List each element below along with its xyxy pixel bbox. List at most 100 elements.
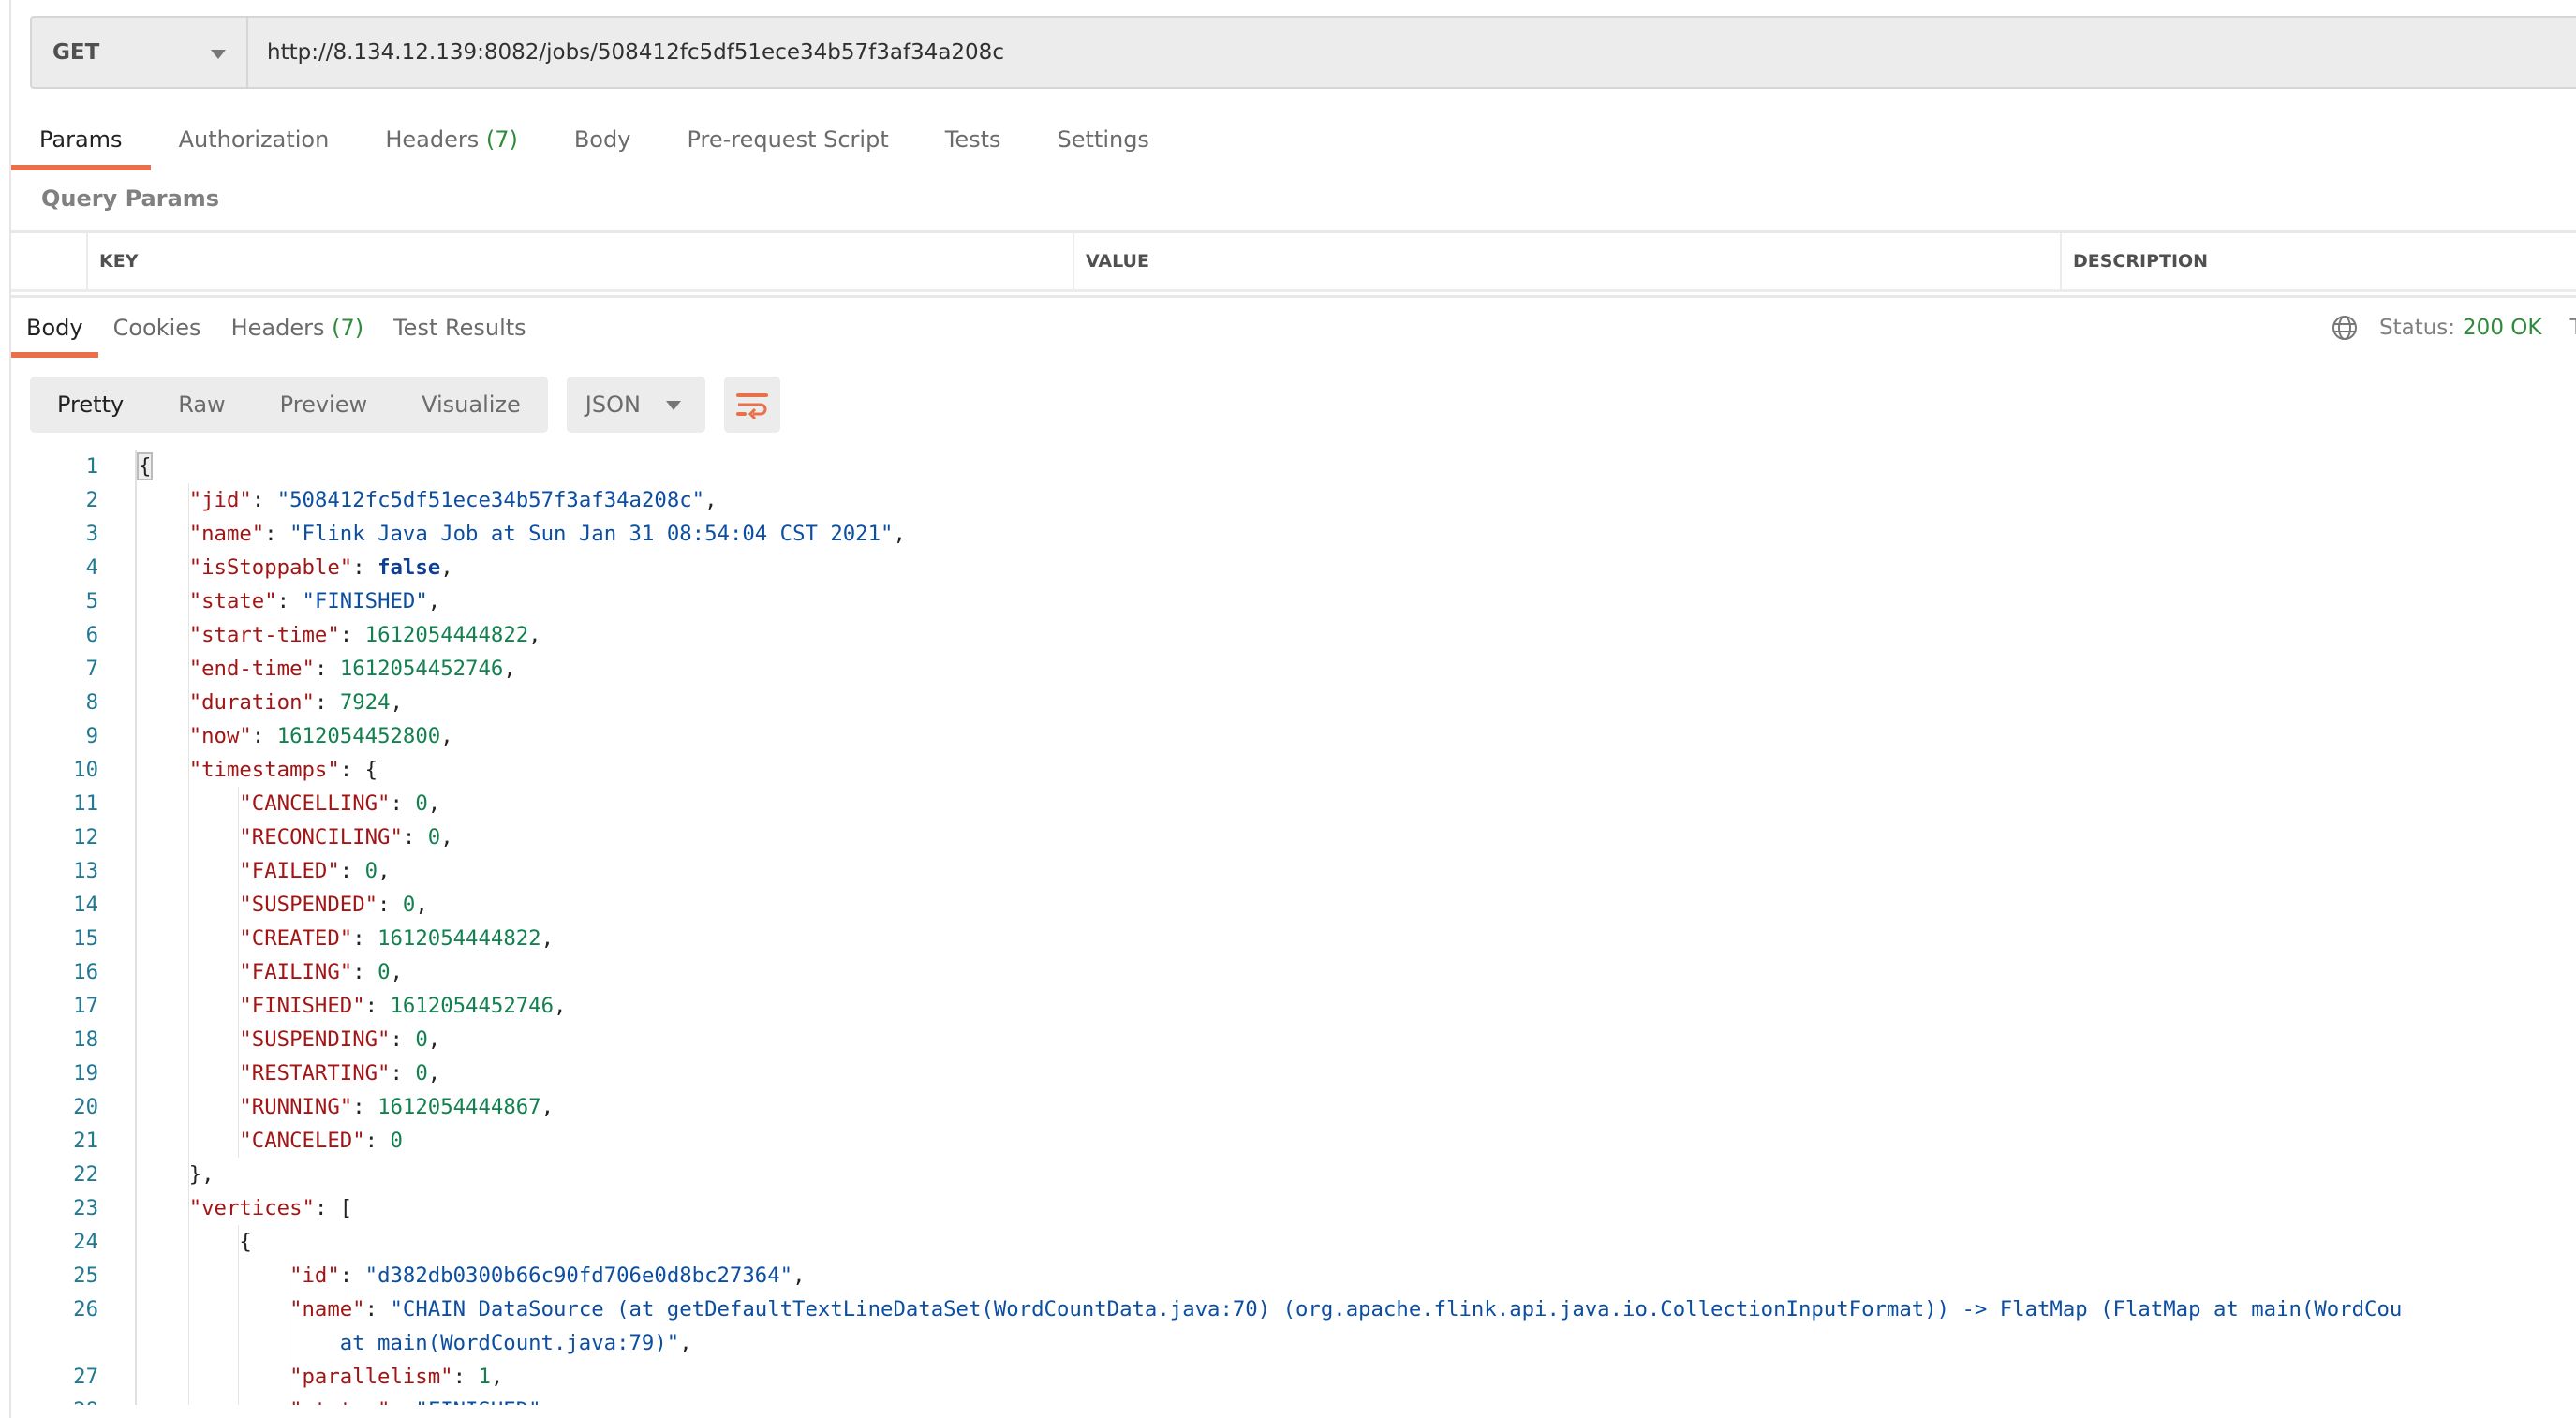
indent-guide <box>139 989 189 1023</box>
indent-guide <box>139 888 189 922</box>
json-key: "CREATED" <box>239 926 353 951</box>
line-text: "isStoppable": false, <box>188 555 453 580</box>
url-value: http://8.134.12.139:8082/jobs/508412fc5d… <box>267 40 1004 65</box>
code-line: 27 "parallelism": 1, <box>11 1360 2576 1394</box>
json-key: "duration" <box>188 690 315 715</box>
code-line: 28 "status": "FINISHED", <box>11 1394 2576 1405</box>
line-text: "duration": 7924, <box>188 690 403 715</box>
line-content: "name": "CHAIN DataSource (at getDefault… <box>135 1292 2402 1326</box>
code-line: 10 "timestamps": { <box>11 753 2576 787</box>
indent-guide <box>139 686 189 719</box>
indent-guide <box>139 483 189 517</box>
view-mode-visualize[interactable]: Visualize <box>394 377 548 433</box>
json-string: "d382db0300b66c90fd706e0d8bc27364" <box>364 1263 793 1288</box>
tab-authorization[interactable]: Authorization <box>151 120 358 170</box>
line-text: "FAILING": 0, <box>239 960 403 984</box>
request-tabs: Params Authorization Headers (7) Body Pre-re… <box>11 120 1177 170</box>
line-number: 21 <box>73 1129 98 1153</box>
line-content: "CANCELED": 0 <box>135 1124 403 1158</box>
code-line: 5 "state": "FINISHED", <box>11 584 2576 618</box>
indent-guide <box>139 1090 189 1124</box>
indent-guide <box>139 1292 189 1326</box>
json-number: 7924 <box>339 690 391 715</box>
tab-params[interactable]: Params <box>11 120 151 170</box>
line-content: "end-time": 1612054452746, <box>135 652 516 686</box>
tab-label: Headers <box>385 126 480 153</box>
tab-label: Pre-request Script <box>687 126 889 153</box>
code-line: 14 "SUSPENDED": 0, <box>11 888 2576 922</box>
json-number: 0 <box>402 893 416 917</box>
line-text: "FAILED": 0, <box>239 859 391 883</box>
indent-guide <box>139 1023 189 1056</box>
tab-tests[interactable]: Tests <box>917 120 1029 170</box>
code-line: 26 "name": "CHAIN DataSource (at getDefau… <box>11 1292 2576 1326</box>
line-text: "state": "FINISHED", <box>188 589 441 613</box>
indent-guide <box>139 618 189 652</box>
language-value: JSON <box>585 391 641 418</box>
code-line: 11 "CANCELLING": 0, <box>11 787 2576 820</box>
line-number: 23 <box>73 1196 98 1220</box>
globe-icon[interactable] <box>2331 314 2359 342</box>
indent-guide <box>239 1326 290 1360</box>
line-content: "duration": 7924, <box>135 686 403 719</box>
code-line: 15 "CREATED": 1612054444822, <box>11 922 2576 955</box>
json-number: 1612054444822 <box>378 926 541 951</box>
indent-guide <box>189 1360 240 1394</box>
line-text: }, <box>188 1162 215 1187</box>
tab-settings[interactable]: Settings <box>1029 120 1177 170</box>
json-string: at main(WordCount.java:79)" <box>289 1331 680 1355</box>
json-key: "end-time" <box>188 657 315 681</box>
line-number: 8 <box>85 690 98 715</box>
line-text: "end-time": 1612054452746, <box>188 657 516 681</box>
json-key: "CANCELED" <box>239 1129 365 1153</box>
indent-guide <box>239 1360 290 1394</box>
language-select[interactable]: JSON <box>566 377 705 433</box>
url-input[interactable]: http://8.134.12.139:8082/jobs/508412fc5d… <box>248 18 2576 87</box>
line-number: 10 <box>73 758 98 782</box>
status-value: 200 OK <box>2463 316 2542 340</box>
view-mode-pretty[interactable]: Pretty <box>30 377 151 433</box>
tab-headers[interactable]: Headers (7) <box>357 120 546 170</box>
view-mode-preview[interactable]: Preview <box>253 377 394 433</box>
json-key: "state" <box>188 589 277 613</box>
line-text: "name": "Flink Java Job at Sun Jan 31 08… <box>188 522 906 546</box>
code-line: 13 "FAILED": 0, <box>11 854 2576 888</box>
wrap-lines-button[interactable] <box>723 377 780 433</box>
json-number: 1612054452800 <box>276 724 441 748</box>
indent-guide <box>139 1394 189 1405</box>
code-line: 20 "RUNNING": 1612054444867, <box>11 1090 2576 1124</box>
line-content: "isStoppable": false, <box>135 551 453 584</box>
tab-label: Cookies <box>112 315 201 341</box>
tab-pre-request-script[interactable]: Pre-request Script <box>659 120 916 170</box>
line-content: at main(WordCount.java:79)", <box>135 1326 692 1360</box>
request-url-bar: GET http://8.134.12.139:8082/jobs/508412… <box>30 16 2576 89</box>
line-number: 9 <box>85 724 98 748</box>
tab-test-results[interactable]: Test Results <box>378 302 541 358</box>
indent-guide <box>189 1292 240 1326</box>
json-number: 0 <box>415 791 428 816</box>
matched-brace: { <box>136 452 154 480</box>
indent-guide <box>139 787 189 820</box>
line-content: "RECONCILING": 0, <box>135 820 453 854</box>
code-line: 17 "FINISHED": 1612054452746, <box>11 989 2576 1023</box>
line-number: 28 <box>11 1394 98 1405</box>
line-text: "RESTARTING": 0, <box>239 1061 441 1086</box>
punctuation: , <box>679 1331 692 1355</box>
tab-body[interactable]: Body <box>11 302 98 358</box>
code-line: 24 { <box>11 1225 2576 1259</box>
query-params-table: KEY VALUE DESCRIPTION <box>11 230 2576 298</box>
line-text: "CANCELLING": 0, <box>239 791 441 816</box>
view-mode-raw[interactable]: Raw <box>151 377 252 433</box>
method-select[interactable]: GET <box>32 18 248 87</box>
json-key: "FAILING" <box>239 960 353 984</box>
indent-guide <box>189 1225 240 1259</box>
response-body-editor[interactable]: 1{2 "jid": "508412fc5df51ece34b57f3af34a2… <box>11 450 2576 1405</box>
json-key: "isStoppable" <box>188 555 353 580</box>
code-line: 18 "SUSPENDING": 0, <box>11 1023 2576 1056</box>
tab-body[interactable]: Body <box>546 120 659 170</box>
indent-guide <box>139 584 189 618</box>
line-content: "vertices": [ <box>135 1191 352 1225</box>
json-string: "Flink Java Job at Sun Jan 31 08:54:04 C… <box>289 522 894 546</box>
tab-cookies[interactable]: Cookies <box>98 302 216 358</box>
tab-headers[interactable]: Headers (7) <box>216 302 379 358</box>
